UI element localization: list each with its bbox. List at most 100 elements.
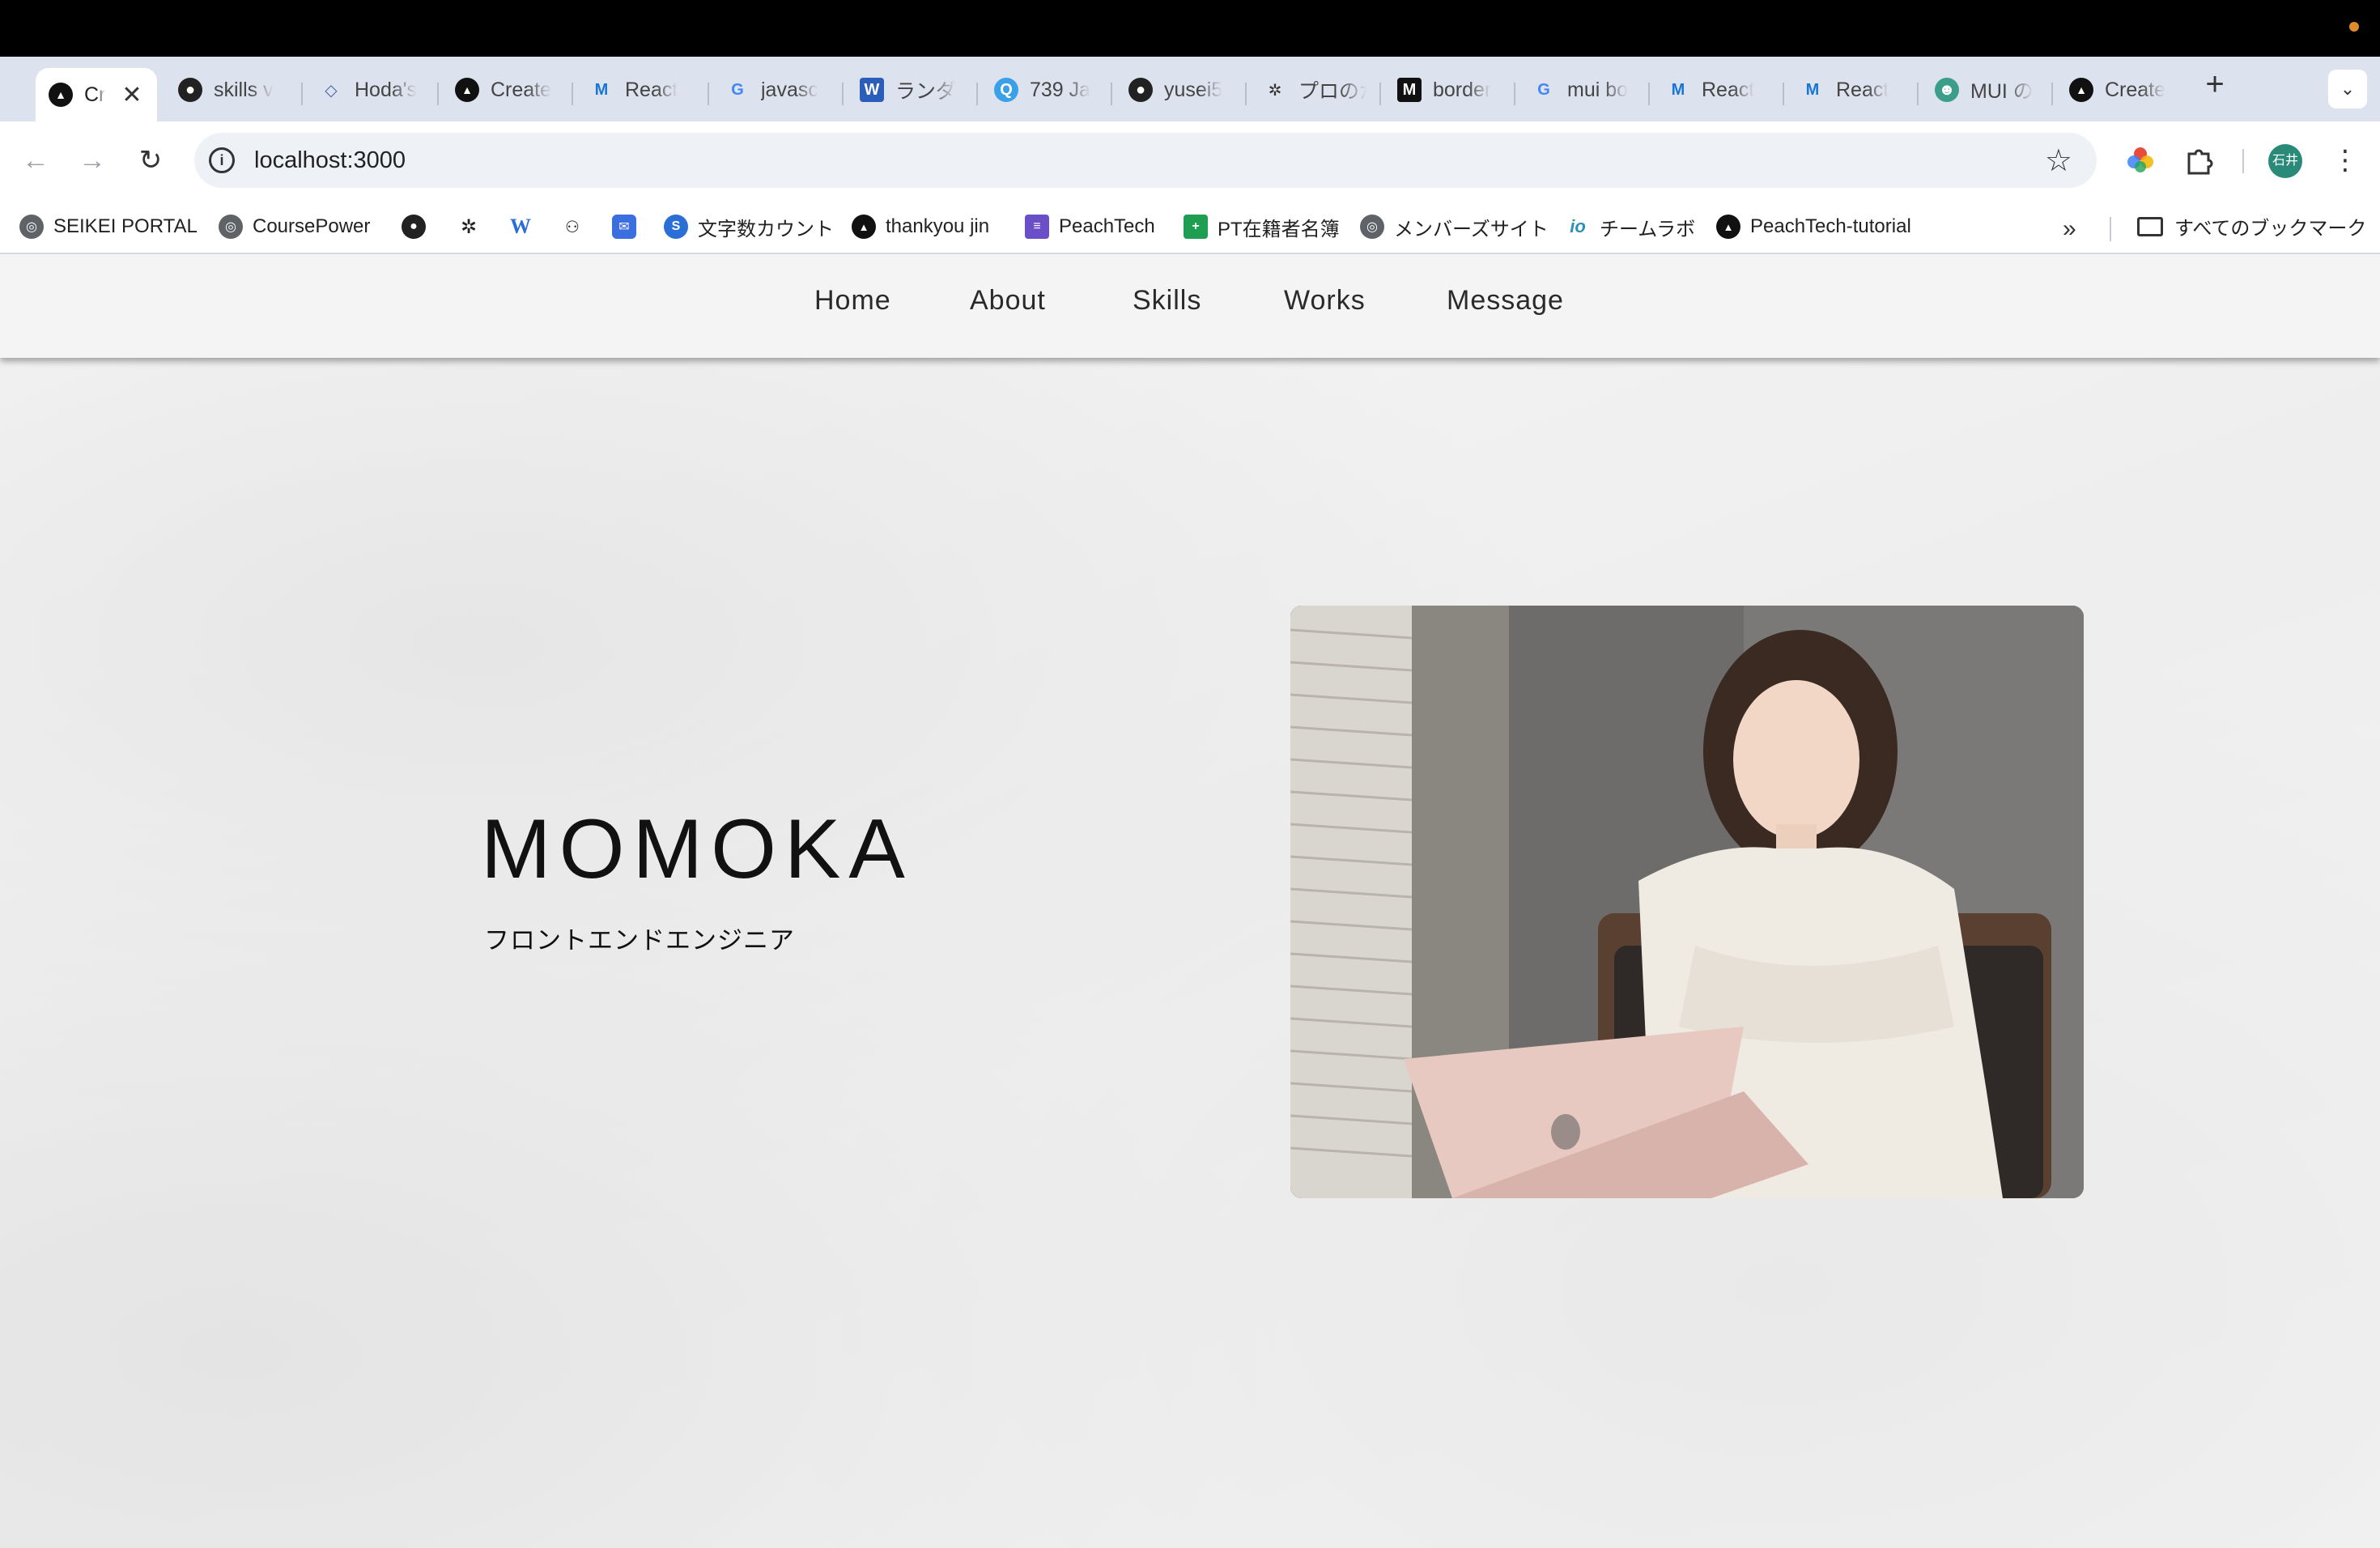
tab-label: javasc (761, 78, 818, 101)
tab-separator (1111, 83, 1112, 105)
tab[interactable]: W ランダ (847, 68, 976, 112)
tab[interactable]: ● yusei5 (1116, 68, 1245, 112)
tab-separator (2051, 83, 2053, 105)
tab[interactable]: M React (1653, 68, 1783, 112)
tab-separator (1917, 83, 1919, 105)
bookmark-item[interactable]: W (508, 212, 533, 241)
hatena-icon: ⚇ (565, 218, 580, 236)
bookmark-item[interactable]: ▲ PeachTech-tutorial (1716, 212, 1911, 241)
bookmark-label: PeachTech-tutorial (1750, 215, 1911, 237)
tab[interactable]: ▲ Create (442, 68, 572, 112)
tab-separator (572, 83, 573, 105)
openai-icon: ✲ (460, 215, 478, 238)
bookmark-item[interactable]: S 文字数カウント (664, 212, 834, 241)
mail-icon: ✉ (612, 215, 636, 239)
reload-icon[interactable]: ↻ (133, 142, 168, 178)
github-icon: ● (402, 215, 426, 239)
new-tab-button[interactable]: + (2199, 68, 2231, 100)
address-bar[interactable]: i localhost:3000 ☆ (194, 133, 2097, 188)
tab[interactable]: ☻ MUI の (1922, 68, 2051, 112)
tab[interactable]: M border (1384, 68, 1514, 112)
bookmark-item[interactable]: ✲ (457, 212, 481, 241)
tab[interactable]: G javasc (712, 68, 842, 112)
all-bookmarks-label: すべてのブックマーク (2174, 218, 2367, 240)
tab-label: MUI の (1970, 80, 2034, 103)
bookmark-item[interactable]: ● (402, 212, 426, 241)
bookmark-item[interactable]: + PT在籍者名簿 (1184, 212, 1340, 241)
bookmark-label: SEIKEI PORTAL (53, 215, 198, 237)
bookmark-item[interactable]: ≡ PeachTech (1025, 212, 1155, 241)
profile-avatar[interactable]: 石井 (2268, 144, 2302, 178)
folder-icon (2137, 216, 2163, 236)
tab-label: Hoda's (355, 78, 418, 101)
tab-separator (842, 83, 844, 105)
tab[interactable]: M React (576, 68, 706, 112)
mui-icon: M (594, 80, 609, 99)
bookmark-label: CoursePower (253, 215, 371, 237)
tab-label: Create (491, 78, 552, 101)
tab-search-button[interactable]: ⌄ (2328, 70, 2367, 108)
robot-icon: ☻ (1935, 78, 1959, 102)
bookmark-star-icon[interactable]: ☆ (2045, 142, 2072, 179)
tab[interactable]: ● skills v (165, 68, 295, 112)
tab[interactable]: ✲ プロのか (1250, 68, 1379, 112)
tab[interactable]: Q 739 Ja (981, 68, 1111, 112)
nav-message[interactable]: Message (1447, 285, 1564, 317)
bookmark-item[interactable]: ◎ CoursePower (219, 212, 370, 241)
tab-label: border (1433, 78, 1492, 101)
forms-icon: ≡ (1025, 215, 1049, 239)
tab-label: 739 Ja (1030, 78, 1091, 101)
tab-label: ランダ (895, 80, 957, 103)
nav-home[interactable]: Home (814, 285, 891, 317)
forward-arrow-icon[interactable]: → (74, 142, 110, 178)
tab-separator (708, 83, 709, 105)
url-text[interactable]: localhost:3000 (254, 147, 406, 174)
tab-separator (1245, 83, 1247, 105)
bookmark-item[interactable]: ✉ (612, 212, 636, 241)
nav-about[interactable]: About (970, 285, 1046, 317)
nav-works[interactable]: Works (1284, 285, 1366, 317)
tab-label: skills v (214, 78, 274, 101)
tab[interactable]: ◇ Hoda's (306, 68, 436, 112)
google-icon: G (1537, 80, 1550, 99)
bookmark-item[interactable]: ◎ メンバーズサイト (1360, 212, 1549, 241)
status-dot-icon (2349, 22, 2359, 32)
bookmark-label: thankyou jin (886, 215, 990, 237)
tab[interactable]: M React (1787, 68, 1917, 112)
io-icon: io (1570, 216, 1586, 236)
vercel-icon: ▲ (49, 83, 73, 107)
nav-skills[interactable]: Skills (1133, 285, 1201, 317)
bookmark-label: メンバーズサイト (1394, 218, 1549, 240)
globe-icon: ◎ (219, 215, 243, 239)
search-icon: Q (994, 78, 1018, 102)
more-menu-icon[interactable]: ⋮ (2331, 142, 2359, 178)
tab[interactable]: G mui bo (1519, 68, 1648, 112)
macos-menu-bar (0, 0, 2380, 57)
tab-label: Create (2105, 78, 2166, 101)
page-content: Home About Skills Works Message MOMOKA フ… (0, 254, 2380, 1548)
vercel-icon: ▲ (2069, 78, 2093, 102)
w-icon: W (510, 215, 531, 238)
tab-separator (1514, 83, 1515, 105)
site-info-icon[interactable]: i (209, 147, 235, 173)
bookmark-item[interactable]: io チームラボ (1566, 212, 1695, 241)
tab-label: React (1836, 78, 1889, 101)
bookmark-label: チームラボ (1600, 218, 1696, 240)
all-bookmarks-button[interactable]: すべてのブックマーク (2137, 212, 2366, 240)
tab-active[interactable]: ▲ Cr ✕ (36, 68, 157, 121)
tab[interactable]: ▲ Create (2056, 68, 2186, 112)
bookmark-item[interactable]: ◎ SEIKEI PORTAL (19, 212, 198, 241)
bookmark-item[interactable]: ▲ thankyou jin (852, 212, 989, 241)
tab-separator (1783, 83, 1784, 105)
tab-label: mui bo (1567, 78, 1629, 101)
toolbar-separator (2242, 149, 2244, 173)
bookmark-item[interactable]: ⚇ (560, 212, 584, 241)
bookmark-label: PeachTech (1059, 215, 1155, 237)
color-wheel-extension-icon[interactable] (2124, 144, 2157, 176)
extensions-puzzle-icon[interactable] (2182, 144, 2215, 176)
tab-separator (301, 83, 303, 105)
more-bookmarks-icon[interactable]: » (2063, 215, 2076, 243)
close-tab-icon[interactable]: ✕ (121, 81, 142, 109)
bookmarks-separator (2110, 217, 2111, 241)
back-arrow-icon[interactable]: ← (18, 142, 53, 178)
